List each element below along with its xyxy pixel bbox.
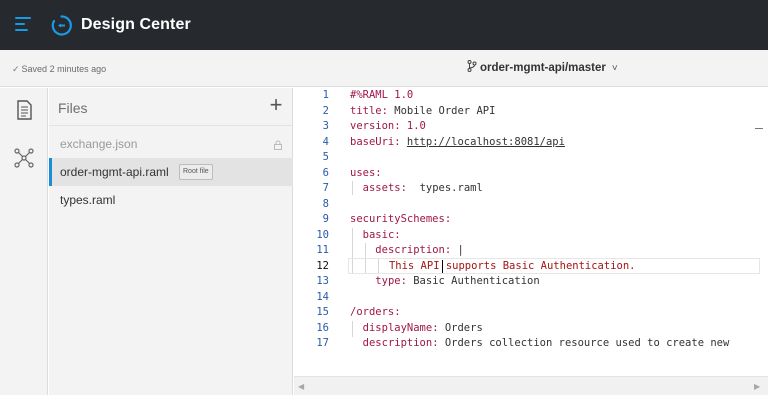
line-number: 4: [322, 135, 329, 148]
app-title: Design Center: [81, 16, 191, 33]
file-item-order-mgmt-api-raml[interactable]: order-mgmt-api.raml Root file: [49, 158, 293, 186]
files-title: Files: [58, 100, 88, 116]
code-line-16: displayName: Orders: [362, 321, 483, 334]
status-bar: ✓ Saved 2 minutes ago order-mgmt-api/mast…: [0, 50, 768, 87]
check-icon: ✓: [12, 64, 20, 74]
text-caret: [442, 259, 443, 273]
design-center-logo-icon: [51, 15, 72, 36]
scroll-left-icon[interactable]: ◀: [298, 382, 304, 391]
line-number-gutter: 1 2 3 4 5 6 7 8 9 10 11 12 13 14 15 16 17: [294, 88, 338, 349]
code-line-17: description: Orders collection resource …: [362, 337, 730, 349]
code-line-1: #%RAML 1.0: [350, 89, 414, 101]
horizontal-scrollbar[interactable]: ◀ ▶: [294, 376, 768, 395]
file-item-types-raml[interactable]: types.raml: [49, 186, 293, 214]
code-area[interactable]: #%RAML 1.0 title: Mobile Order API versi…: [348, 88, 760, 349]
line-number: 7: [322, 182, 329, 194]
files-panel: Files + exchange.json order-mgmt-api.ram…: [49, 88, 293, 395]
line-number: 15: [316, 306, 329, 318]
code-line-4: baseUri: http://localhost:8081/api: [350, 135, 565, 148]
file-name: exchange.json: [60, 137, 138, 151]
file-name: types.raml: [60, 193, 116, 207]
file-name: order-mgmt-api.raml: [60, 165, 169, 179]
code-line-3: version: 1.0: [350, 120, 426, 132]
line-number: 14: [316, 290, 329, 303]
code-line-7: assets: types.raml: [362, 182, 483, 194]
top-bar: Design Center: [0, 0, 768, 50]
code-line-12-current: This API supports Basic Authentication.: [348, 258, 760, 274]
line-number: 6: [322, 166, 329, 179]
api-graph-view-button[interactable]: [12, 146, 36, 170]
line-number: 12: [316, 259, 329, 272]
line-number: 8: [322, 197, 329, 210]
root-file-badge: Root file: [179, 164, 213, 180]
overview-ruler-marker: [755, 128, 763, 129]
code-line-6: uses:: [350, 166, 382, 179]
code-line-15: /orders:: [350, 306, 401, 318]
line-number: 16: [316, 321, 329, 334]
lock-icon: [274, 140, 282, 150]
line-number: 3: [322, 120, 329, 132]
line-number: 1: [322, 89, 329, 101]
files-view-button[interactable]: [12, 98, 36, 122]
code-line-10: basic:: [362, 228, 401, 241]
file-icon: [17, 100, 32, 120]
code-editor[interactable]: 1 2 3 4 5 6 7 8 9 10 11 12 13 14 15 16 17 #%RAML 1.0 tit…: [294, 88, 768, 395]
saved-text: Saved 2 minutes ago: [21, 64, 107, 74]
code-line-11: description: |: [375, 244, 464, 256]
branch-name: order-mgmt-api/master: [480, 62, 606, 74]
code-line-9: securitySchemes:: [350, 213, 452, 225]
code-line-13: type: Basic Authentication: [375, 275, 540, 287]
chevron-down-icon: ˅: [611, 63, 618, 74]
files-header: Files +: [49, 88, 293, 126]
line-number: 11: [316, 244, 329, 256]
file-item-exchange-json[interactable]: exchange.json: [49, 130, 293, 158]
base-uri-link[interactable]: http://localhost:8081/api: [407, 136, 565, 148]
hamburger-menu-icon[interactable]: [15, 17, 33, 33]
api-graph-icon: [14, 148, 34, 168]
line-number: 5: [322, 151, 329, 163]
line-number: 13: [316, 275, 329, 287]
git-branch-icon: [467, 60, 477, 72]
line-number: 17: [316, 337, 329, 349]
line-number: 10: [316, 228, 329, 241]
add-file-button[interactable]: +: [266, 94, 286, 116]
line-number: 9: [322, 213, 329, 225]
save-status: ✓ Saved 2 minutes ago: [12, 63, 106, 75]
left-rail: [0, 88, 48, 395]
line-number: 2: [322, 104, 329, 117]
code-line-2: title: Mobile Order API: [350, 104, 496, 117]
scroll-right-icon[interactable]: ▶: [754, 382, 760, 391]
branch-selector[interactable]: order-mgmt-api/master ˅: [467, 60, 618, 77]
